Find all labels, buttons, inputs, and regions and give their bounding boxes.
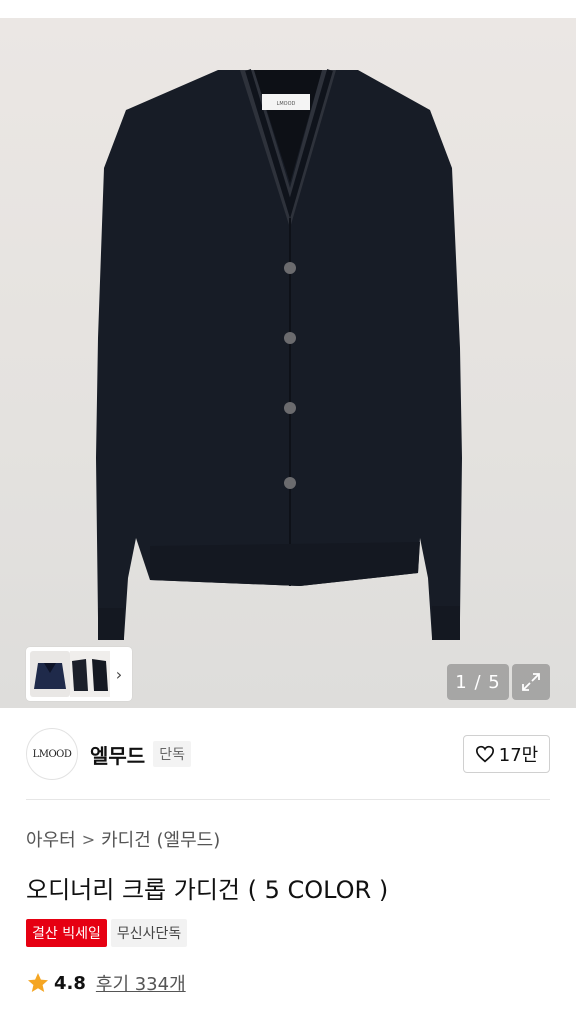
expand-icon[interactable] — [512, 664, 550, 700]
like-count: 17만 — [498, 745, 539, 766]
status-bar — [0, 0, 576, 18]
breadcrumb: 아우터 > 카디건 (엘무드) — [26, 826, 220, 852]
reviews-link[interactable]: 후기 334개 — [96, 970, 186, 996]
product-title: 오디너리 크롭 가디건 ( 5 COLOR ) — [26, 876, 389, 904]
rating-value: 4.8 — [54, 972, 86, 994]
breadcrumb-separator: > — [81, 829, 96, 849]
breadcrumb-item-cardigan[interactable]: 카디건 (엘무드) — [101, 826, 220, 852]
heart-icon — [475, 745, 494, 763]
svg-text:LMOOD: LMOOD — [277, 101, 296, 107]
like-button[interactable]: 17만 — [463, 735, 550, 773]
exclusive-badge: 무신사단독 — [110, 919, 188, 947]
image-counter: 1 / 5 — [447, 664, 509, 700]
chevron-right-icon[interactable]: › — [110, 665, 128, 684]
divider — [26, 799, 550, 800]
sale-badge: 결산 빅세일 — [26, 919, 107, 947]
thumbnail-1[interactable] — [30, 651, 70, 697]
thumbnail-2[interactable] — [70, 651, 110, 697]
breadcrumb-item-outer[interactable]: 아우터 — [26, 826, 76, 852]
product-image-gallery[interactable]: LMOOD › 1 / 5 — [0, 18, 576, 708]
brand-name[interactable]: 엘무드 — [90, 740, 145, 769]
thumbnail-strip[interactable]: › — [26, 647, 132, 701]
brand-exclusive-tag: 단독 — [153, 741, 191, 767]
product-image-cardigan: LMOOD — [96, 69, 462, 640]
badge-row: 결산 빅세일 무신사단독 — [26, 919, 188, 947]
star-icon — [28, 973, 48, 992]
brand-row: LMOOD 엘무드 단독 17만 — [26, 727, 550, 781]
brand-logo[interactable]: LMOOD — [26, 728, 78, 780]
rating-row: 4.8 후기 334개 — [26, 970, 186, 996]
